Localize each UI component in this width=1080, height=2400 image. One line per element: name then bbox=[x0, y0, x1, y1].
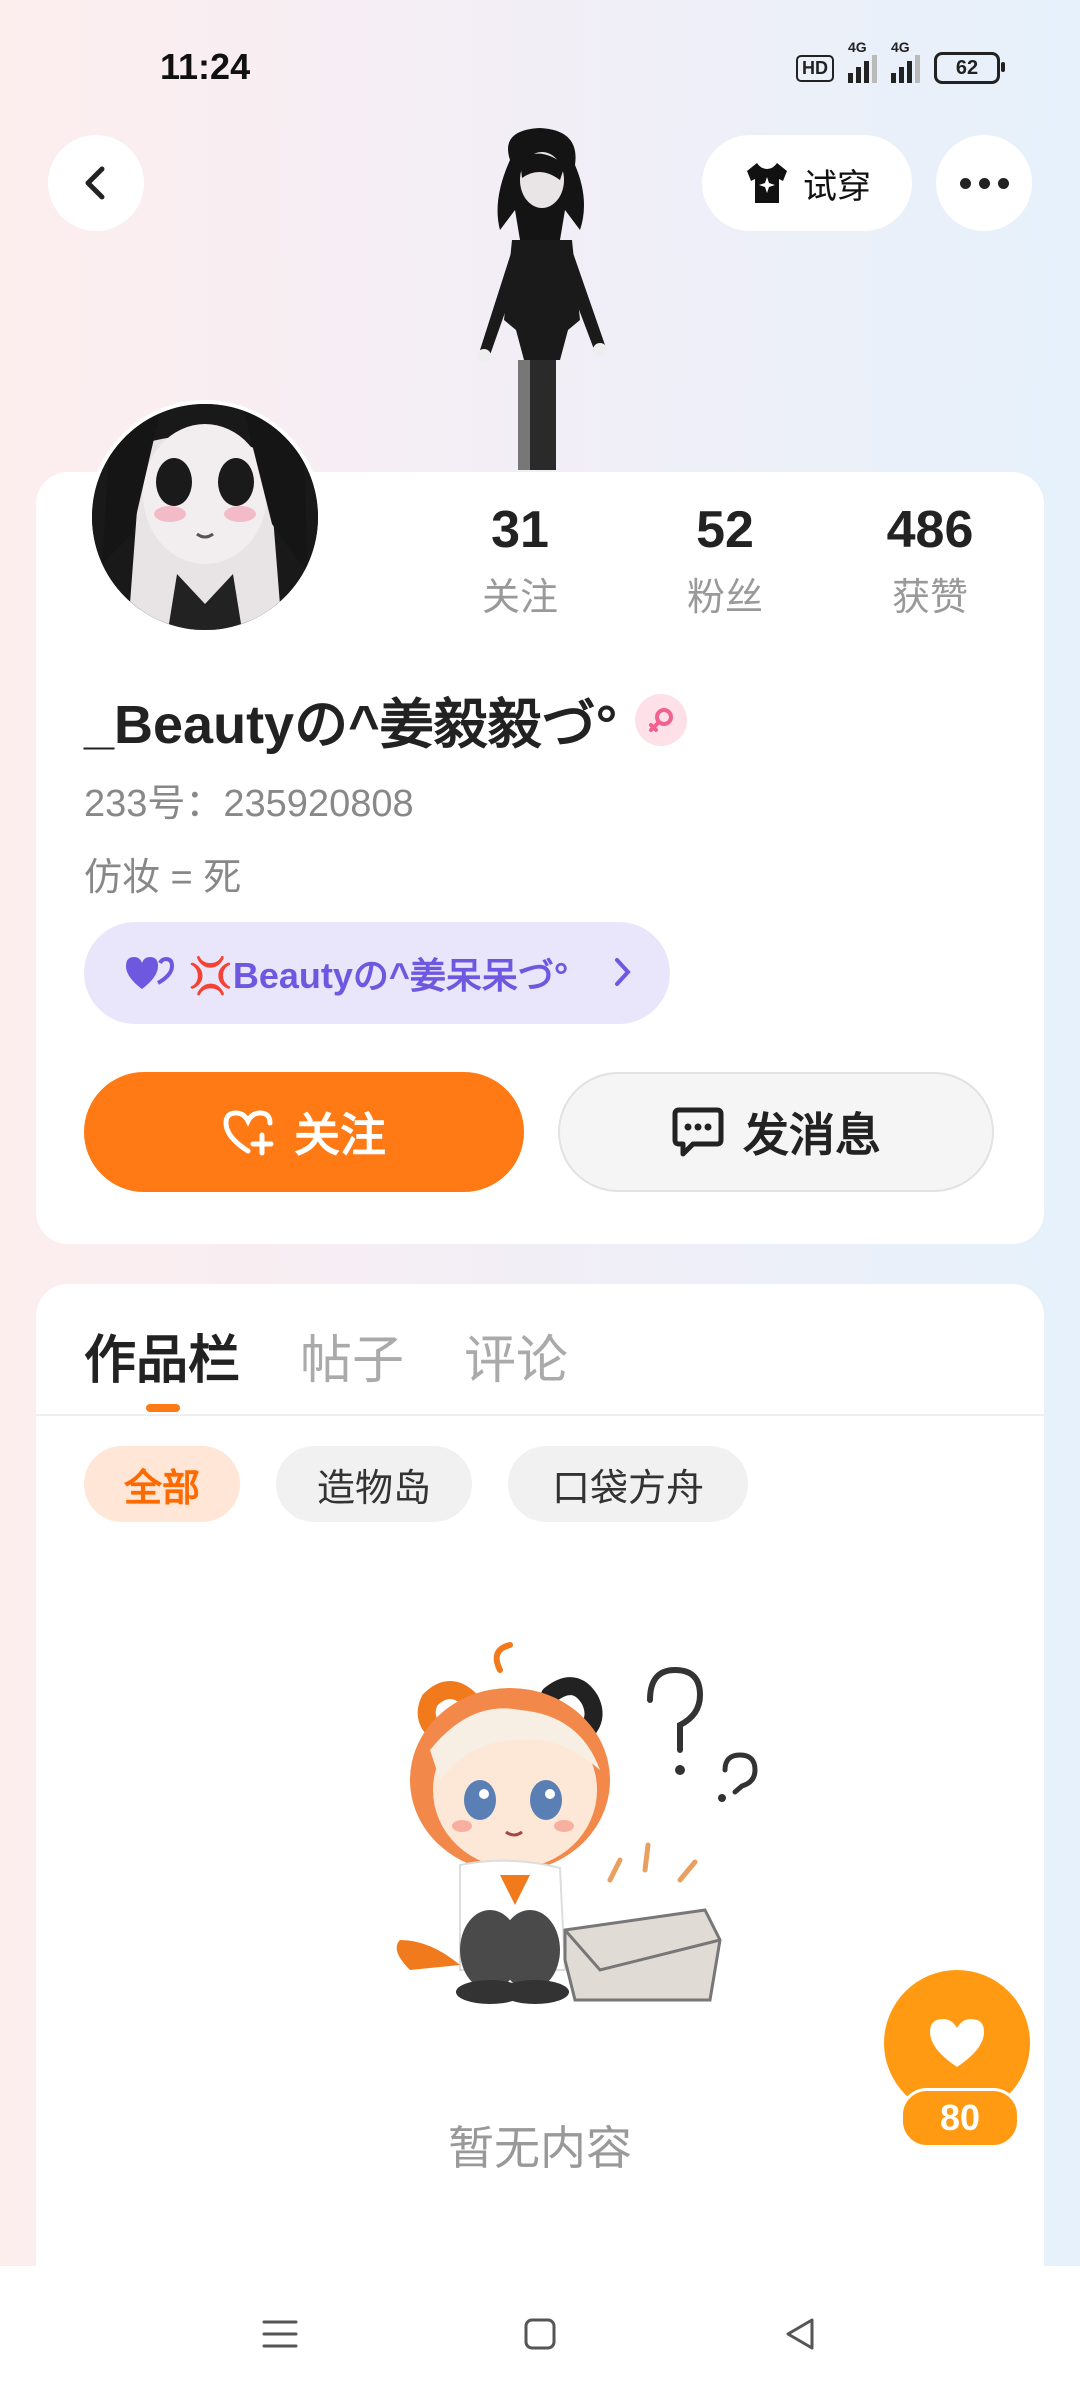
filter-all[interactable]: 全部 bbox=[84, 1446, 240, 1522]
back-nav-button[interactable] bbox=[770, 2304, 830, 2364]
more-options-button[interactable] bbox=[936, 135, 1032, 231]
filter-pocket-ark[interactable]: 口袋方舟 bbox=[508, 1446, 748, 1522]
hearts-icon bbox=[126, 956, 175, 989]
avatar[interactable] bbox=[88, 400, 322, 634]
fan-club-tag[interactable]: 💢Beautyの^姜呆呆づ° bbox=[84, 922, 670, 1024]
home-square-icon bbox=[524, 2318, 556, 2350]
following-label: 关注 bbox=[481, 577, 558, 619]
fans-count: 52 bbox=[696, 501, 754, 559]
fan-tag-text: 💢Beautyの^姜呆呆づ° bbox=[188, 955, 569, 996]
system-nav-bar bbox=[0, 2266, 1080, 2400]
home-nav-button[interactable] bbox=[510, 2304, 570, 2364]
back-button[interactable] bbox=[48, 135, 144, 231]
like-count-badge: 80 bbox=[900, 2088, 1020, 2148]
hd-icon: HD bbox=[796, 54, 834, 82]
fans-label: 粉丝 bbox=[686, 577, 763, 619]
tab-works[interactable]: 作品栏 bbox=[84, 1318, 240, 1393]
avatar-figure-image bbox=[477, 128, 607, 470]
following-count: 31 bbox=[491, 501, 549, 559]
message-label: 发消息 bbox=[743, 1109, 881, 1161]
tabs-divider bbox=[36, 1414, 1044, 1416]
avatar-image bbox=[92, 404, 318, 630]
back-triangle-icon bbox=[786, 2318, 814, 2350]
heart-icon bbox=[930, 2019, 984, 2067]
female-gender-icon bbox=[635, 693, 688, 746]
battery-icon: 62 bbox=[934, 52, 1005, 84]
send-message-button[interactable]: 发消息 bbox=[558, 1072, 994, 1192]
menu-nav-button[interactable] bbox=[250, 2304, 310, 2364]
likes-count: 486 bbox=[886, 501, 974, 559]
more-dots-icon bbox=[959, 177, 971, 189]
status-bar: 11:24 HD 4G 4G 62 bbox=[0, 0, 1080, 140]
chat-bubble-icon bbox=[672, 1107, 724, 1157]
try-on-label: 试穿 bbox=[803, 167, 871, 206]
try-on-button[interactable]: 试穿 bbox=[702, 135, 912, 231]
signal-icon: 4G bbox=[891, 39, 920, 83]
status-icons: HD 4G 4G 62 bbox=[796, 39, 1005, 84]
username: _Beautyの^姜毅毅づ° bbox=[84, 680, 688, 759]
user-id: 233号：235920808 bbox=[84, 783, 414, 825]
follow-label: 关注 bbox=[294, 1109, 386, 1161]
tshirt-icon bbox=[747, 163, 787, 203]
user-bio: 仿妆 = 死 bbox=[84, 857, 242, 899]
menu-icon bbox=[262, 2320, 298, 2348]
heart-plus-icon bbox=[223, 1110, 274, 1156]
status-time: 11:24 bbox=[160, 46, 251, 87]
username-text: _Beautyの^姜毅毅づ° bbox=[84, 695, 618, 755]
tab-comments[interactable]: 评论 bbox=[464, 1318, 568, 1393]
chevron-left-icon bbox=[85, 166, 105, 200]
tab-posts[interactable]: 帖子 bbox=[300, 1318, 404, 1393]
stat-likes[interactable]: 486 获赞 bbox=[850, 500, 1010, 621]
likes-label: 获赞 bbox=[891, 577, 968, 619]
chevron-right-icon bbox=[615, 958, 631, 986]
tab-indicator bbox=[146, 1404, 180, 1412]
empty-state-illustration bbox=[396, 1642, 758, 2004]
filter-creation-island[interactable]: 造物岛 bbox=[276, 1446, 472, 1522]
follow-button[interactable]: 关注 bbox=[84, 1072, 524, 1192]
stat-following[interactable]: 31 关注 bbox=[440, 500, 600, 621]
signal-icon: 4G bbox=[848, 39, 877, 83]
stat-fans[interactable]: 52 粉丝 bbox=[645, 500, 805, 621]
